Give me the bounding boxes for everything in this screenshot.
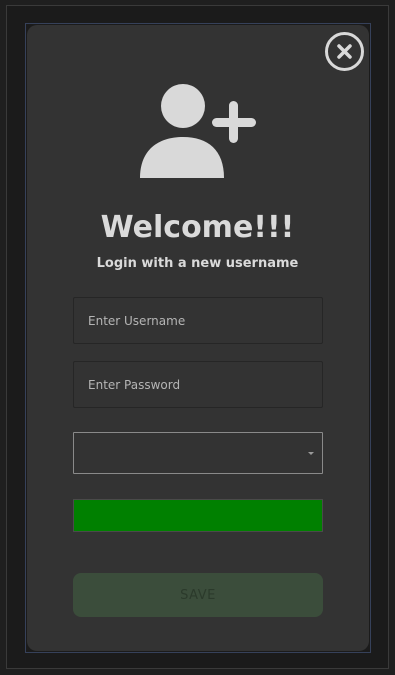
username-input[interactable] <box>73 297 323 344</box>
page-title: Welcome!!! <box>100 210 295 245</box>
page-subtitle: Login with a new username <box>96 256 299 271</box>
password-input[interactable] <box>73 361 323 408</box>
color-preview-bar <box>73 499 323 532</box>
close-icon <box>337 44 352 59</box>
user-add-icon <box>140 84 256 178</box>
close-button[interactable] <box>325 32 364 71</box>
save-button[interactable]: SAVE <box>73 573 323 617</box>
color-select[interactable] <box>73 432 323 474</box>
caret-down-icon <box>308 452 314 455</box>
